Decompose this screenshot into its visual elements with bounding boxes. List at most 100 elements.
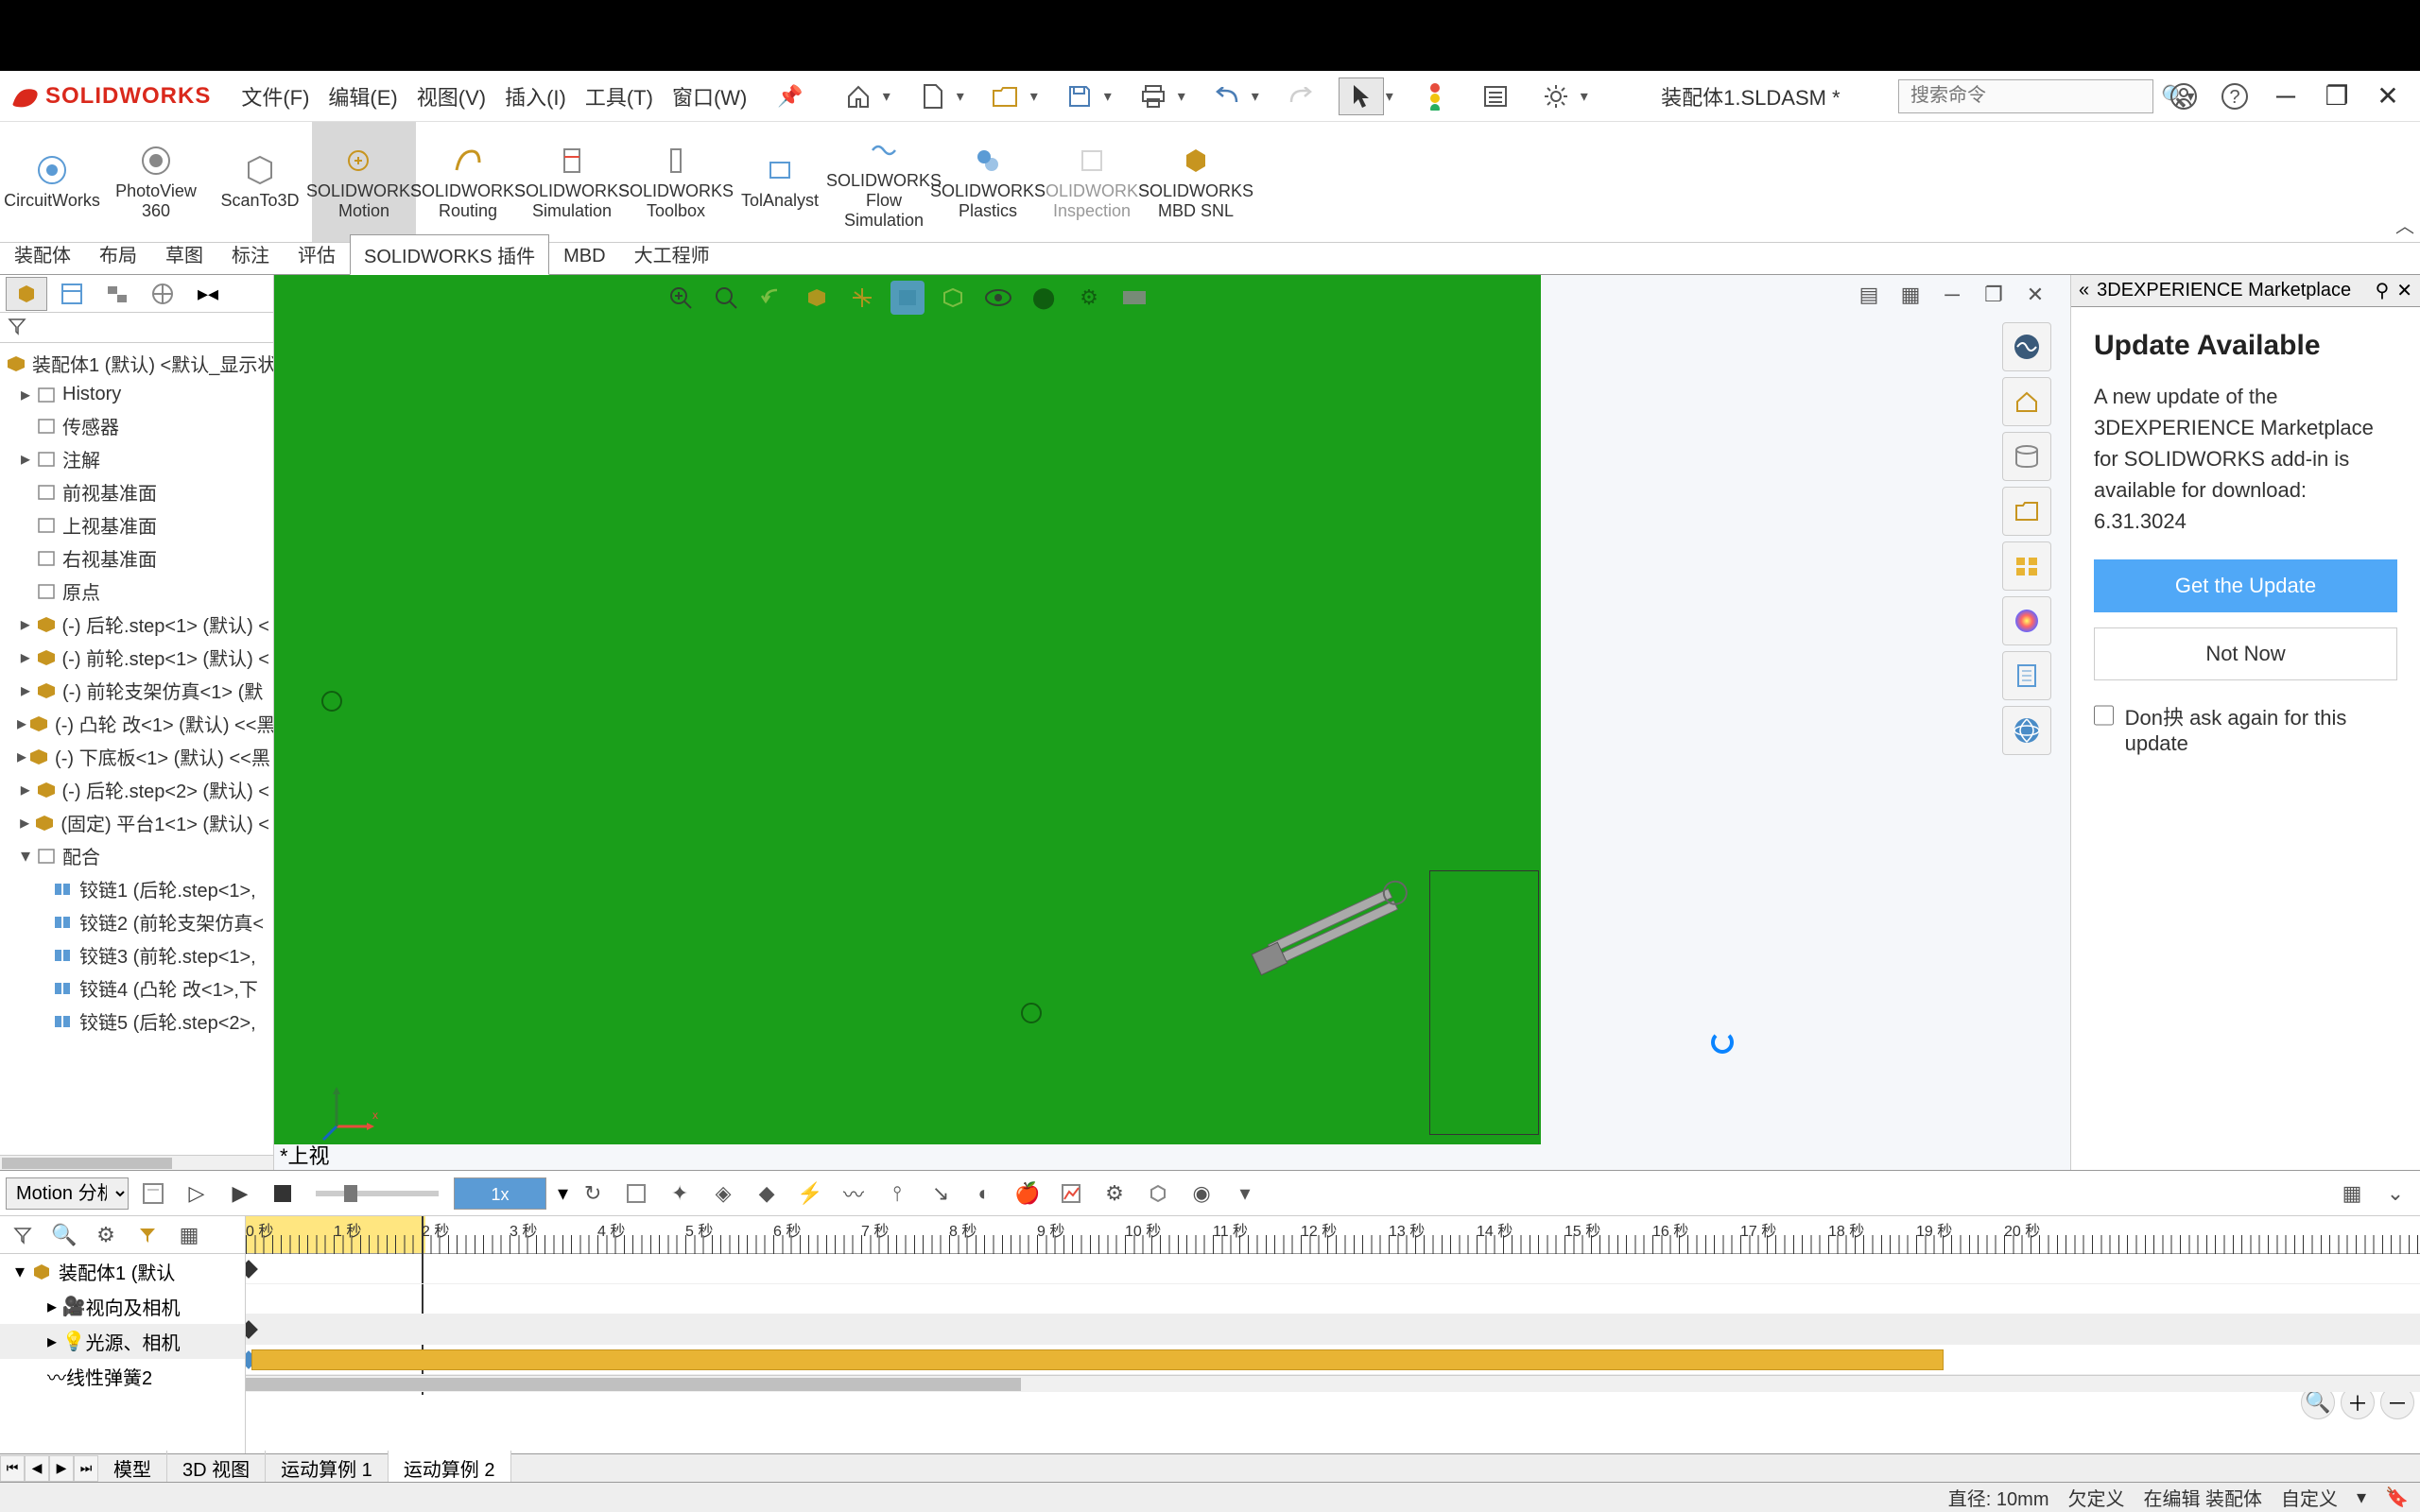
mass-icon[interactable] [1139, 1177, 1177, 1211]
tab-addins[interactable]: SOLIDWORKS 插件 [350, 234, 549, 275]
motion-filter4-icon[interactable] [129, 1218, 166, 1252]
list-icon[interactable] [1473, 77, 1518, 115]
grid-icon[interactable]: ▦ [2333, 1177, 2371, 1211]
playback-slider[interactable] [316, 1191, 439, 1196]
panel-close-icon[interactable]: ✕ [2396, 279, 2412, 302]
minimize-button[interactable]: ─ [2265, 76, 2307, 117]
hide-show-icon[interactable] [936, 281, 970, 315]
ribbon-plastics[interactable]: SOLIDWORKS Plastics [936, 122, 1040, 242]
dropdown-icon[interactable]: ▾ [1104, 87, 1115, 106]
dropdown-icon[interactable]: ▾ [1178, 87, 1189, 106]
tree-item[interactable]: 前视基准面 [0, 475, 273, 508]
loop-icon[interactable]: ↻ [574, 1177, 612, 1211]
motion-tree-root[interactable]: ▾ 装配体1 (默认 [0, 1254, 245, 1289]
motion-tree-item[interactable]: ▸ 💡 光源、相机 [0, 1324, 245, 1359]
menu-tools[interactable]: 工具(T) [579, 77, 659, 115]
motion-filter5-icon[interactable]: ▦ [170, 1218, 208, 1252]
viewport-restore-icon[interactable]: ❐ [1978, 281, 2010, 309]
undo-icon[interactable] [1204, 77, 1250, 115]
dropdown-icon[interactable]: ▾ [957, 87, 968, 106]
tree-item[interactable]: 右视基准面 [0, 541, 273, 575]
status-dropdown-icon[interactable]: ▾ [2357, 1486, 2366, 1509]
timeline-scrollbar[interactable] [246, 1375, 2420, 1392]
viewport-close-icon[interactable]: ✕ [2019, 281, 2051, 309]
ribbon-scanto3d[interactable]: ScanTo3D [208, 122, 312, 242]
contact-icon[interactable]: ◐ [965, 1177, 1003, 1211]
tree-item[interactable]: 传感器 [0, 409, 273, 442]
bottom-tab-motion2[interactable]: 运动算例 2 [389, 1451, 511, 1486]
timeline-row[interactable] [246, 1284, 2420, 1314]
tree-item[interactable]: ▸注解 [0, 442, 273, 475]
gravity-icon[interactable]: 🍎 [1009, 1177, 1046, 1211]
viewport[interactable]: ⬤ ⚙ [274, 275, 2070, 1170]
ribbon-simulation[interactable]: SOLIDWORKS Simulation [520, 122, 624, 242]
menu-file[interactable]: 文件(F) [235, 77, 315, 115]
dont-ask-input[interactable] [2094, 705, 2114, 726]
not-now-button[interactable]: Not Now [2094, 627, 2397, 680]
status-custom[interactable]: 自定义 [2281, 1484, 2338, 1511]
get-update-button[interactable]: Get the Update [2094, 559, 2397, 612]
bottom-tab-model[interactable]: 模型 [98, 1451, 167, 1486]
time-ruler[interactable]: 0 秒1 秒2 秒3 秒4 秒5 秒6 秒7 秒8 秒9 秒10 秒11 秒12… [246, 1216, 2420, 1254]
print-icon[interactable] [1131, 77, 1176, 115]
ribbon-routing[interactable]: SOLIDWORKS Routing [416, 122, 520, 242]
play-icon[interactable]: ▶ [221, 1177, 259, 1211]
taskpane-3dx-icon[interactable] [2002, 322, 2051, 371]
tree-mode-config-icon[interactable] [96, 277, 138, 311]
stop-icon[interactable] [265, 1185, 301, 1202]
traffic-light-icon[interactable] [1412, 77, 1458, 115]
view-triad[interactable]: x [318, 1081, 384, 1147]
timeline-row[interactable] [246, 1314, 2420, 1345]
viewport-minimize-icon[interactable]: ─ [1936, 281, 1968, 309]
save-animation-icon[interactable] [617, 1177, 655, 1211]
tree-item[interactable]: 上视基准面 [0, 508, 273, 541]
panel-pin-icon[interactable]: ⚲ [2376, 279, 2390, 302]
taskpane-library-icon[interactable] [2002, 487, 2051, 536]
tab-nav-last-icon[interactable]: ⏭ [74, 1455, 98, 1482]
tree-item[interactable]: 铰链1 (后轮.step<1>, [0, 872, 273, 905]
redo-icon[interactable] [1278, 77, 1323, 115]
play-start-icon[interactable]: ▷ [178, 1177, 216, 1211]
model-part[interactable] [1238, 870, 1427, 984]
animation-wizard-icon[interactable]: ✦ [661, 1177, 699, 1211]
save-icon[interactable] [1057, 77, 1102, 115]
search-input[interactable] [1910, 85, 2161, 107]
previous-view-icon[interactable] [754, 281, 788, 315]
edit-appearance-icon[interactable] [981, 281, 1015, 315]
ribbon-tolanalyst[interactable]: TolAnalyst [728, 122, 832, 242]
viewport-cascade-icon[interactable]: ▦ [1894, 281, 1927, 309]
tree-mode-property-icon[interactable] [51, 277, 93, 311]
collapse-ribbon-icon[interactable]: ︿ [2395, 211, 2414, 238]
bottom-tab-motion1[interactable]: 运动算例 1 [266, 1451, 389, 1486]
dropdown-icon[interactable]: ▾ [1252, 87, 1263, 106]
timeline-row[interactable] [246, 1254, 2420, 1284]
collapse-panel-icon[interactable]: « [2079, 280, 2089, 301]
tab-nav-prev-icon[interactable]: ◀ [25, 1455, 49, 1482]
user-icon[interactable] [2163, 76, 2204, 117]
tree-mode-more-icon[interactable]: ▸◂ [187, 277, 229, 311]
ribbon-inspection[interactable]: SOLIDWORKS Inspection [1040, 122, 1144, 242]
dropdown-icon[interactable]: ▾ [1030, 87, 1042, 106]
tab-nav-next-icon[interactable]: ▶ [49, 1455, 74, 1482]
tree-item[interactable]: 铰链2 (前轮支架仿真< [0, 905, 273, 938]
tree-item[interactable]: 铰链4 (凸轮 改<1>,下 [0, 971, 273, 1005]
tab-nav-first-icon[interactable]: ⏮ [0, 1455, 25, 1482]
ribbon-circuitworks[interactable]: CircuitWorks [0, 122, 104, 242]
taskpane-resources-icon[interactable] [2002, 432, 2051, 481]
tree-item[interactable]: ▸(-) 后轮.step<2> (默认) < [0, 773, 273, 806]
model-view[interactable]: ⬤ ⚙ [274, 275, 1541, 1144]
motor-icon[interactable]: ⚡ [791, 1177, 829, 1211]
open-icon[interactable] [983, 77, 1028, 115]
home-icon[interactable] [836, 77, 881, 115]
taskpane-view-palette-icon[interactable] [2002, 541, 2051, 591]
zoom-area-icon[interactable] [709, 281, 743, 315]
render-icon[interactable] [1117, 281, 1151, 315]
restore-button[interactable]: ❐ [2316, 76, 2358, 117]
motion-filter3-icon[interactable]: ⚙ [87, 1218, 125, 1252]
motion-tree-item[interactable]: ▸ 🎥 视向及相机 [0, 1289, 245, 1324]
menu-edit[interactable]: 编辑(E) [322, 77, 403, 115]
menu-insert[interactable]: 插入(I) [499, 77, 572, 115]
dropdown-icon[interactable]: ▾ [883, 87, 894, 106]
display-style-icon[interactable] [890, 281, 925, 315]
dont-ask-checkbox[interactable]: Don抰 ask again for this update [2094, 701, 2397, 756]
